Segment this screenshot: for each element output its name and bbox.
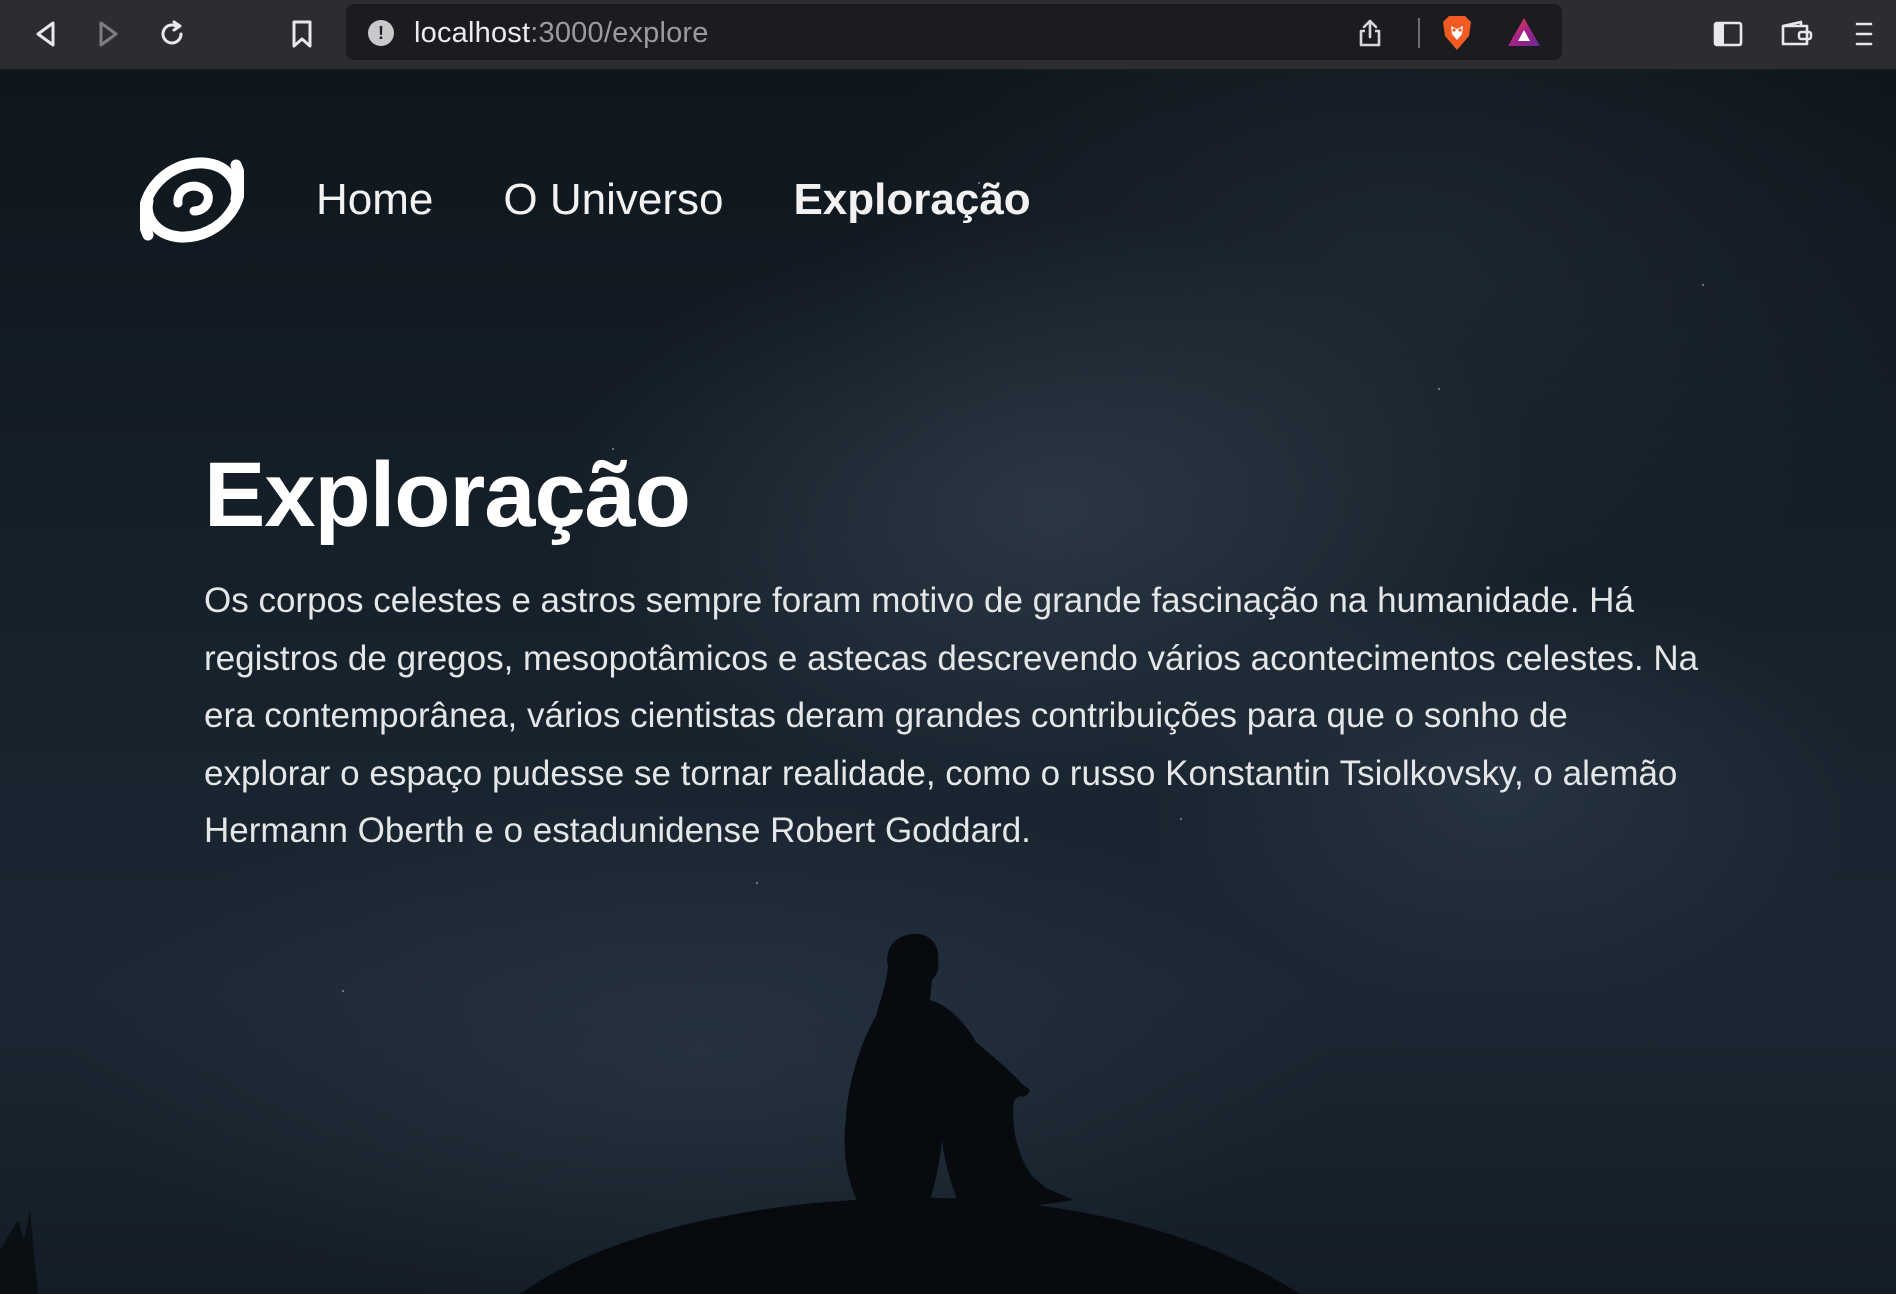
brave-lion-icon[interactable] xyxy=(1440,14,1474,57)
sidebar-icon[interactable] xyxy=(1706,12,1750,56)
url-text[interactable]: localhost:3000/explore xyxy=(414,18,709,48)
hero-section: Exploração Os corpos celestes e astros s… xyxy=(204,440,1724,860)
page-title: Exploração xyxy=(204,444,691,546)
forward-icon[interactable] xyxy=(86,12,130,56)
bookmark-icon[interactable] xyxy=(280,12,324,56)
toolbar-divider xyxy=(1418,18,1420,48)
site-info-icon[interactable]: ! xyxy=(368,20,394,46)
intro-paragraph: Os corpos celestes e astros sempre foram… xyxy=(204,581,1699,850)
share-icon[interactable] xyxy=(1356,18,1384,53)
url-host: localhost xyxy=(414,17,531,49)
nav-link-universe[interactable]: O Universo xyxy=(503,175,723,225)
address-bar[interactable]: ! localhost:3000/explore xyxy=(346,4,1562,60)
main-nav: Home O Universo Exploração xyxy=(140,150,1031,250)
menu-icon[interactable] xyxy=(1842,12,1886,56)
logo-icon[interactable] xyxy=(140,155,244,245)
url-path: :3000/explore xyxy=(530,17,709,49)
nav-link-home[interactable]: Home xyxy=(316,175,433,225)
back-icon[interactable] xyxy=(24,12,68,56)
browser-toolbar: ! localhost:3000/explore xyxy=(0,0,1896,70)
reload-icon[interactable] xyxy=(150,12,194,56)
page-viewport: Home O Universo Exploração Exploração Os… xyxy=(0,70,1896,1294)
nav-link-exploration[interactable]: Exploração xyxy=(793,175,1030,225)
rewards-triangle-icon[interactable] xyxy=(1506,16,1542,53)
wallet-icon[interactable] xyxy=(1774,12,1818,56)
